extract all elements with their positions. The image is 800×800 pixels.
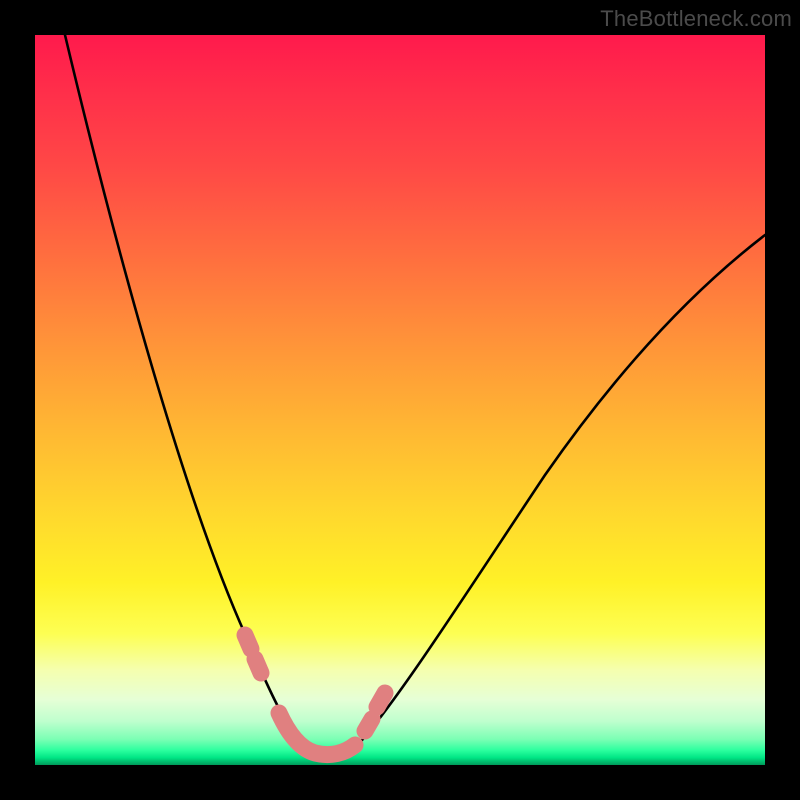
bead-left-upper [245, 635, 251, 649]
bead-right-upper [377, 693, 385, 707]
chart-frame: TheBottleneck.com [0, 0, 800, 800]
curve-left-arm [65, 35, 298, 740]
watermark-text: TheBottleneck.com [600, 6, 792, 32]
bead-left-lower [255, 659, 261, 673]
bead-right-lower [365, 719, 372, 731]
bottleneck-curve [35, 35, 765, 765]
bead-trough [279, 713, 355, 755]
curve-right-arm [355, 235, 765, 748]
plot-area [35, 35, 765, 765]
